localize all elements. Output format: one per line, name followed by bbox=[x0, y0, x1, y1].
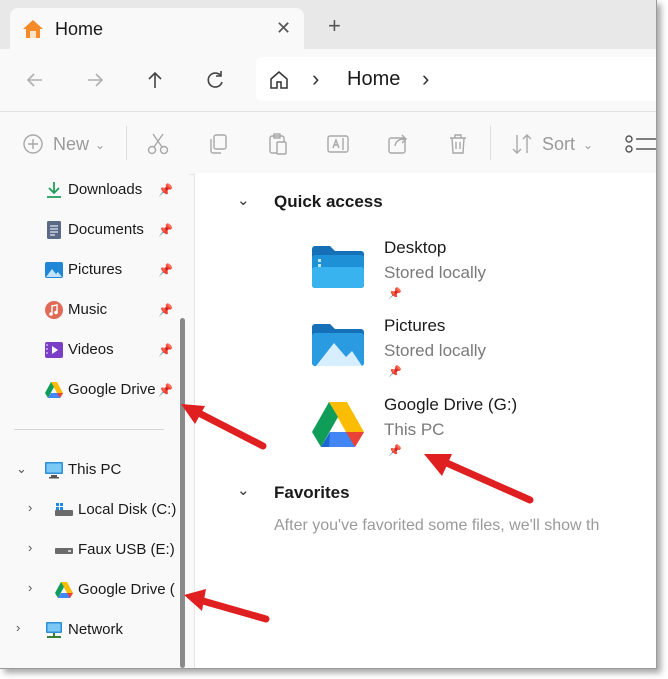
chevron-down-icon[interactable]: ⌄ bbox=[583, 138, 593, 152]
sidebar-item-label: Google Drive ( bbox=[78, 581, 175, 598]
sidebar-item-label: Pictures bbox=[68, 261, 123, 278]
chevron-down-icon[interactable]: ⌄ bbox=[95, 138, 105, 152]
plus-circle-icon[interactable] bbox=[22, 132, 44, 156]
tab-strip: Home ✕ + bbox=[0, 0, 656, 49]
toolbar-divider bbox=[126, 126, 127, 160]
pin-icon: 📌 bbox=[158, 223, 173, 237]
pictures-icon bbox=[45, 262, 63, 278]
sidebar-divider bbox=[14, 429, 164, 430]
pin-icon: 📌 bbox=[158, 183, 173, 197]
view-icon[interactable] bbox=[624, 132, 656, 156]
delete-icon[interactable] bbox=[446, 132, 470, 156]
favorites-header[interactable]: Favorites bbox=[274, 483, 350, 503]
sidebar-item-label: This PC bbox=[68, 461, 122, 478]
annotation-arrow-icon bbox=[184, 589, 270, 623]
arrow-right-icon[interactable] bbox=[80, 65, 110, 95]
sidebar-item-label: Music bbox=[68, 301, 108, 318]
quick-access-header[interactable]: Quick access bbox=[274, 192, 383, 212]
network-icon bbox=[46, 622, 62, 638]
item-name: Google Drive (G:) bbox=[384, 395, 518, 414]
favorites-empty-message: After you've favorited some files, we'll… bbox=[274, 517, 600, 534]
item-location: This PC bbox=[384, 420, 445, 439]
desktop-folder-icon bbox=[312, 246, 364, 288]
pin-icon: 📌 bbox=[388, 445, 402, 457]
usb-drive-icon bbox=[55, 548, 73, 554]
sidebar-item-label: Network bbox=[68, 621, 124, 638]
breadcrumb-chevron-icon[interactable]: › bbox=[312, 66, 319, 92]
pin-icon: 📌 bbox=[388, 366, 402, 378]
sidebar-item-label: Faux USB (E:) bbox=[78, 541, 175, 558]
item-location: Stored locally bbox=[384, 341, 487, 360]
pin-icon: 📌 bbox=[158, 383, 173, 397]
new-tab-button[interactable]: + bbox=[328, 15, 341, 37]
close-tab-icon[interactable]: ✕ bbox=[276, 18, 291, 39]
pin-icon: 📌 bbox=[158, 263, 173, 277]
download-icon bbox=[47, 182, 61, 198]
refresh-icon[interactable] bbox=[200, 65, 230, 95]
copy-icon[interactable] bbox=[206, 132, 230, 156]
sidebar-item-label: Documents bbox=[68, 221, 144, 238]
paste-icon[interactable] bbox=[266, 132, 290, 156]
pictures-folder-icon bbox=[312, 324, 364, 366]
chevron-right-icon[interactable]: › bbox=[16, 620, 20, 635]
cut-icon[interactable] bbox=[146, 132, 170, 156]
item-name: Desktop bbox=[384, 238, 447, 257]
sidebar-item-label: Downloads bbox=[68, 181, 143, 198]
arrow-left-icon[interactable] bbox=[20, 65, 50, 95]
music-icon bbox=[45, 301, 63, 319]
share-icon[interactable] bbox=[386, 132, 410, 156]
google-drive-icon bbox=[45, 382, 63, 398]
google-drive-icon bbox=[312, 402, 364, 447]
breadcrumb-home[interactable]: Home bbox=[347, 68, 400, 91]
sidebar-item-label: Google Drive bbox=[68, 381, 156, 398]
tab-home[interactable]: Home ✕ bbox=[10, 8, 304, 49]
sort-button[interactable]: Sort bbox=[542, 134, 575, 155]
pin-icon: 📌 bbox=[158, 343, 173, 357]
local-disk-icon bbox=[55, 503, 73, 516]
sidebar-item-label: Videos bbox=[68, 341, 114, 358]
file-explorer-window: Home ✕ + › Home › New ⌄ Sort ⌄ Downloads… bbox=[0, 0, 657, 669]
home-icon bbox=[23, 20, 43, 38]
sidebar-item-label: Local Disk (C:) bbox=[78, 501, 177, 518]
documents-icon bbox=[47, 221, 61, 239]
annotation-arrow-icon bbox=[424, 454, 534, 504]
quick-access-item-desktop[interactable]: Desktop Stored locally 📌 bbox=[310, 238, 630, 313]
item-location: Stored locally bbox=[384, 263, 487, 282]
annotation-arrow-icon bbox=[181, 404, 267, 450]
sort-icon[interactable] bbox=[510, 132, 534, 156]
home-outline-icon[interactable] bbox=[268, 69, 290, 91]
command-bar: New ⌄ Sort ⌄ bbox=[0, 111, 656, 175]
monitor-icon bbox=[45, 462, 63, 479]
arrow-up-icon[interactable] bbox=[140, 65, 170, 95]
chevron-right-icon[interactable]: › bbox=[28, 500, 32, 515]
rename-icon[interactable] bbox=[326, 132, 350, 156]
tab-title: Home bbox=[55, 19, 104, 39]
chevron-right-icon[interactable]: › bbox=[28, 540, 32, 555]
toolbar-divider bbox=[490, 126, 491, 160]
chevron-right-icon[interactable]: › bbox=[28, 580, 32, 595]
new-button[interactable]: New bbox=[53, 134, 89, 155]
breadcrumb-chevron-icon[interactable]: › bbox=[422, 66, 429, 92]
google-drive-icon bbox=[55, 582, 73, 598]
address-bar[interactable]: › Home › bbox=[256, 57, 656, 101]
navigation-bar: › Home › bbox=[0, 49, 656, 111]
quick-access-item-pictures[interactable]: Pictures Stored locally 📌 bbox=[310, 316, 630, 391]
pin-icon: 📌 bbox=[388, 288, 402, 300]
navigation-pane: Downloads 📌 Documents 📌 Pictures 📌 Music… bbox=[0, 173, 190, 668]
videos-icon bbox=[45, 342, 63, 358]
item-name: Pictures bbox=[384, 316, 446, 335]
chevron-down-icon[interactable]: ⌄ bbox=[237, 191, 250, 209]
chevron-down-icon[interactable]: ⌄ bbox=[16, 461, 27, 477]
pin-icon: 📌 bbox=[158, 303, 173, 317]
chevron-down-icon[interactable]: ⌄ bbox=[237, 481, 250, 499]
